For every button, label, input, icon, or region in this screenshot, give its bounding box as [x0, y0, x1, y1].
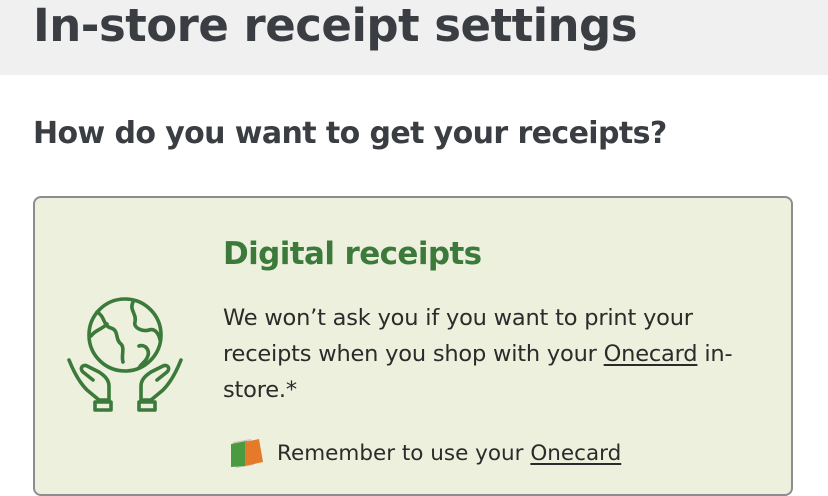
section-heading: How do you want to get your receipts? [33, 116, 667, 151]
option-description: We won’t ask you if you want to print yo… [223, 300, 763, 408]
onecard-icon [231, 439, 263, 468]
reminder-text: Remember to use your [277, 440, 531, 466]
page-title: In-store receipt settings [33, 0, 638, 52]
globe-in-hands-icon [67, 297, 183, 412]
digital-receipts-option[interactable]: Digital receipts We won’t ask you if you… [33, 196, 793, 496]
option-title: Digital receipts [223, 236, 482, 272]
onecard-reminder: Remember to use your Onecard [229, 436, 621, 470]
onecard-link[interactable]: Onecard [604, 341, 698, 367]
reminder-onecard-link[interactable]: Onecard [530, 441, 621, 466]
page-header: In-store receipt settings [0, 0, 828, 75]
